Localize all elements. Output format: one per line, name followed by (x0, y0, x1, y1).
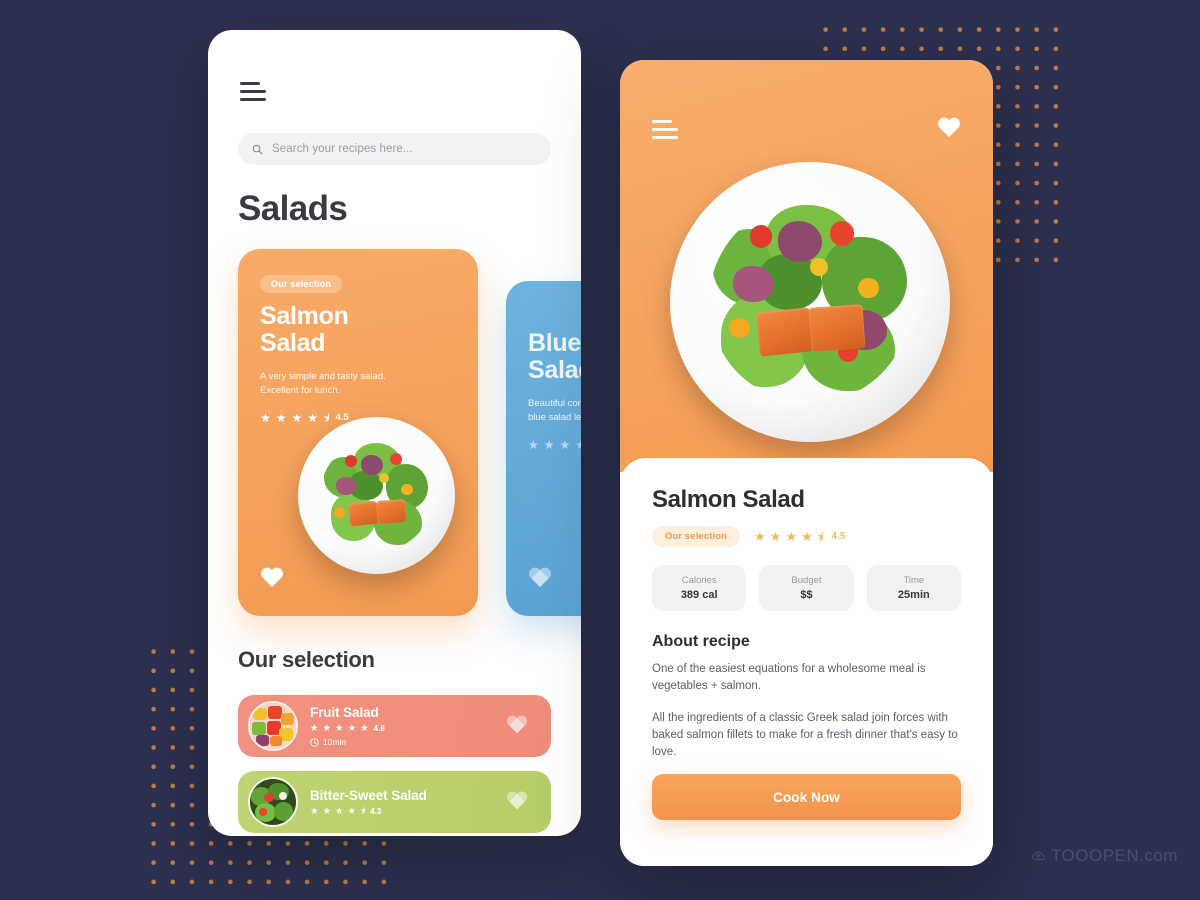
search-placeholder: Search your recipes here... (272, 143, 413, 155)
detail-content-sheet: Salmon Salad Our selection ★ ★ ★ ★ ⯨ 4.5 Cal… (620, 458, 993, 866)
detail-hero (620, 60, 993, 472)
hamburger-icon[interactable] (240, 82, 266, 101)
search-icon (252, 144, 263, 154)
list-item-info: Bitter-Sweet Salad ★ ★ ★ ★ ⯨ 4.3 (310, 788, 427, 817)
recipe-rating: ★ ★ ★ ★ ★ 4.8 (310, 724, 385, 734)
detail-topbar (652, 118, 961, 140)
list-item[interactable]: Fruit Salad ★ ★ ★ ★ ★ 4.8 10min (238, 695, 551, 757)
fact-value: $$ (800, 589, 813, 601)
about-paragraph: One of the easiest equations for a whole… (652, 663, 926, 693)
star-rating-icons: ★ ★ ★ ★ ⯨ (754, 529, 824, 544)
recipe-name: Bitter-Sweet Salad (310, 787, 427, 803)
fact-value: 389 cal (680, 589, 718, 601)
heart-icon[interactable] (506, 716, 528, 736)
fact-label: Time (903, 575, 925, 586)
recipe-thumbnail (248, 777, 298, 827)
recipe-list-screen: Search your recipes here... Salads Blueb… (208, 30, 581, 836)
recipe-time: 10min (310, 737, 385, 747)
recipe-detail-screen: Salmon Salad Our selection ★ ★ ★ ★ ⯨ 4.5 Cal… (620, 60, 993, 866)
clock-icon (310, 738, 319, 747)
card-badge: Our selection (260, 275, 343, 293)
watermark: TOOOPEN.com (1031, 846, 1178, 866)
card-title: Salmon Salad (260, 302, 349, 357)
recipe-name: Fruit Salad (310, 704, 379, 720)
recipe-facts: Calories 389 cal Budget $$ Time 25min (652, 565, 961, 611)
recipe-thumbnail (248, 701, 298, 751)
star-rating-icons: ★ ★ ★ ★ ⯨ (310, 805, 366, 817)
rating-score: 4.5 (335, 412, 349, 423)
hamburger-icon[interactable] (652, 119, 678, 139)
list-item[interactable]: Bitter-Sweet Salad ★ ★ ★ ★ ⯨ 4.3 (238, 771, 551, 833)
cook-now-button[interactable]: Cook Now (652, 774, 961, 820)
card-title: Blueberry Salad (528, 329, 581, 384)
status-badge: Our selection (652, 526, 741, 547)
recipe-card-blueberry[interactable]: Blueberry Salad Beautiful combination of… (506, 281, 581, 616)
search-input[interactable]: Search your recipes here... (238, 133, 551, 165)
fact-calories: Calories 389 cal (652, 565, 747, 611)
about-paragraph: All the ingredients of a classic Greek s… (652, 711, 958, 759)
recipe-rating: ★ ★ ★ ★ ⯨ 4.5 (754, 530, 845, 543)
heart-icon[interactable] (506, 792, 528, 812)
recommendation-list: Fruit Salad ★ ★ ★ ★ ★ 4.8 10min Bitter-S… (238, 695, 551, 833)
recipe-rating: ★ ★ ★ ★ ⯨ 4.3 (310, 807, 427, 817)
rating-score: 4.5 (831, 531, 846, 542)
about-heading: About recipe (652, 633, 750, 650)
fact-label: Budget (791, 575, 822, 586)
section-heading-our-selection: Our selection (238, 647, 375, 672)
fact-budget: Budget $$ (759, 565, 854, 611)
recipe-title: Salmon Salad (652, 486, 805, 513)
rating-score: 4.3 (370, 807, 382, 816)
recipe-meta: Our selection ★ ★ ★ ★ ⯨ 4.5 (652, 526, 961, 547)
fact-value: 25min (897, 589, 930, 601)
rating-score: 4.8 (373, 724, 385, 733)
salmon-salad-plate-image (670, 162, 950, 442)
fact-time: Time 25min (866, 565, 961, 611)
card-description: Beautiful combination of blue salad leav… (528, 398, 581, 424)
star-rating-icons: ★★★★★ (310, 722, 369, 734)
star-rating-icons: ★ ★ ★ ★ ⯨ (260, 410, 330, 425)
star-rating-icons: ★★★★★ (528, 437, 581, 452)
heart-icon[interactable] (260, 568, 284, 590)
heart-icon[interactable] (528, 568, 552, 590)
list-item-info: Fruit Salad ★ ★ ★ ★ ★ 4.8 10min (310, 705, 385, 748)
watermark-text: TOOOPEN.com (1050, 846, 1178, 865)
cloud-upload-icon (1032, 851, 1045, 860)
salmon-salad-plate-image (298, 417, 455, 574)
recipe-carousel[interactable]: Blueberry Salad Beautiful combination of… (208, 249, 581, 621)
card-description: A very simple and tasty salad. Excellent… (260, 371, 386, 397)
heart-icon[interactable] (937, 118, 961, 140)
recipe-time-text: 10min (323, 737, 347, 748)
list-topbar (208, 30, 581, 101)
page-title: Salads (238, 189, 348, 228)
fact-label: Calories (681, 575, 717, 586)
card-rating: ★★★★★ (528, 439, 581, 451)
